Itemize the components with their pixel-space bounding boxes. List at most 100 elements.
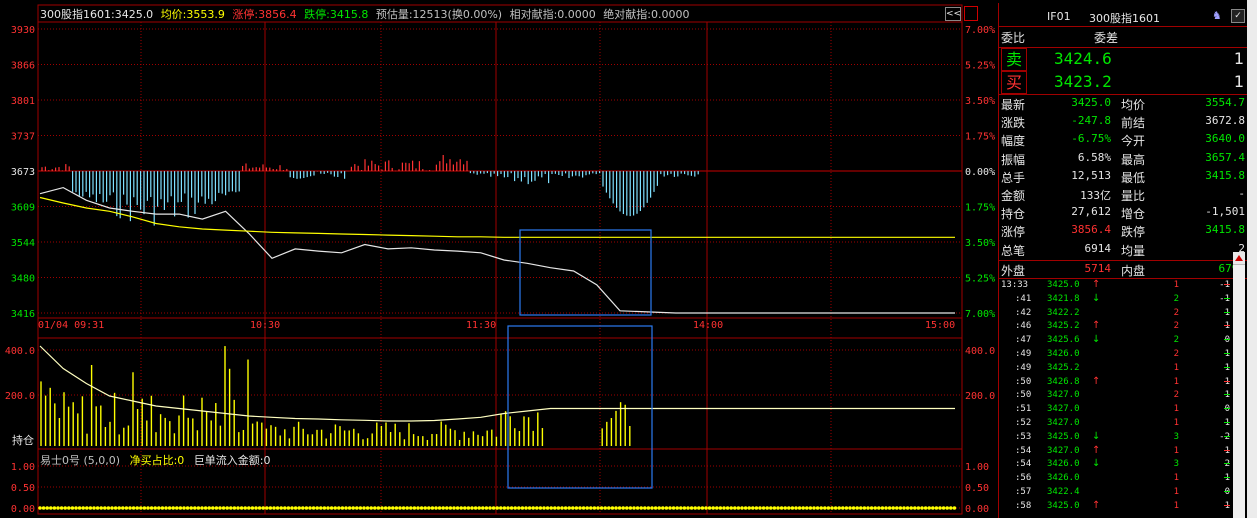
field-value: 6.58% bbox=[1077, 150, 1111, 164]
indicator-dot bbox=[308, 506, 312, 510]
indicator-dot bbox=[139, 506, 143, 510]
indicator-dot bbox=[214, 506, 219, 510]
volume-axis-label: 400.0 bbox=[5, 346, 35, 357]
indicator-dot bbox=[329, 506, 334, 510]
indicator-dot bbox=[225, 506, 229, 510]
tick-time: :41 bbox=[1015, 293, 1032, 304]
tick-time: :52 bbox=[1015, 418, 1032, 428]
volume-axis-label-right: 400.0 bbox=[965, 346, 995, 357]
tick-price: 3426.8 bbox=[1047, 376, 1080, 387]
field-label: 幅度 bbox=[1001, 134, 1026, 149]
quote-settings-icon[interactable]: ♞ bbox=[1212, 9, 1226, 22]
tick-volume: 3 bbox=[1173, 459, 1179, 470]
price-axis-label: 3737 bbox=[11, 132, 35, 143]
avg-value: 3553.9 bbox=[186, 8, 225, 21]
indicator-dot bbox=[772, 506, 777, 510]
indicator-dot bbox=[470, 506, 474, 510]
indicator-dot bbox=[499, 506, 503, 510]
indicator-dot bbox=[751, 506, 755, 510]
indicator-dot bbox=[70, 506, 75, 510]
indicator-dot bbox=[279, 506, 284, 510]
tick-volume: 1 bbox=[1173, 487, 1179, 497]
price-axis-label: 3866 bbox=[11, 61, 35, 72]
indicator-dot bbox=[491, 506, 496, 510]
tick-delta: 0 bbox=[1224, 335, 1230, 346]
divider bbox=[999, 278, 1247, 279]
tick-volume: 2 bbox=[1173, 321, 1179, 332]
indicator-dot bbox=[232, 506, 237, 510]
indicator-dot bbox=[614, 506, 618, 510]
field-label: 总手 bbox=[1001, 170, 1026, 185]
quote-toggle-icon[interactable]: ✓ bbox=[1231, 9, 1245, 23]
tick-volume: 2 bbox=[1173, 335, 1179, 346]
indicator-dot bbox=[758, 506, 762, 510]
indicator-dot bbox=[243, 506, 247, 510]
indicator-dot bbox=[171, 506, 175, 510]
estimated-volume: 预估量:12513(换0.00%) bbox=[375, 8, 503, 21]
indicator-dot bbox=[625, 506, 629, 510]
indicator-dot bbox=[333, 506, 338, 510]
tick-list-scrollbar[interactable] bbox=[1233, 252, 1245, 518]
indicator-dot bbox=[740, 506, 744, 510]
field-value: 6914 bbox=[1084, 241, 1112, 255]
indicator-dot bbox=[596, 506, 600, 510]
tick-price: 3427.0 bbox=[1047, 390, 1080, 401]
indicator-dot bbox=[909, 506, 913, 510]
volume-axis-label-right: 200.0 bbox=[965, 391, 995, 402]
indicator-dot bbox=[700, 506, 705, 510]
sell-label: 卖 bbox=[1001, 48, 1027, 71]
indicator-dot bbox=[52, 506, 57, 510]
chart-window-icon[interactable] bbox=[964, 6, 978, 21]
average-price-line bbox=[39, 196, 955, 238]
scroll-up-arrow-icon[interactable] bbox=[1233, 252, 1245, 265]
indicator-dot bbox=[113, 506, 118, 510]
tick-volume: 1 bbox=[1173, 362, 1179, 373]
tick-price: 3422.4 bbox=[1047, 487, 1080, 497]
collapse-button[interactable]: << bbox=[945, 7, 961, 21]
tick-volume: 2 bbox=[1173, 349, 1179, 359]
indicator-dot bbox=[646, 506, 651, 510]
selection-box-price bbox=[519, 229, 652, 316]
tick-time: :49 bbox=[1015, 362, 1032, 373]
limit-down-label: 跌停: bbox=[304, 8, 330, 21]
indicator-dot bbox=[362, 506, 366, 510]
tick-price: 3422.2 bbox=[1047, 307, 1080, 318]
pct-axis-label: 5.25% bbox=[965, 61, 995, 72]
indicator-dot bbox=[715, 506, 719, 510]
indicator-dot bbox=[578, 506, 582, 510]
indicator-dot bbox=[286, 506, 291, 510]
field-label: 前结 bbox=[1121, 116, 1146, 131]
indicator-dot bbox=[653, 506, 658, 510]
field-label: 金额 bbox=[1001, 189, 1026, 203]
field-label: 量比 bbox=[1121, 189, 1146, 203]
tick-delta: -2 bbox=[1219, 431, 1230, 442]
field-label: 今开 bbox=[1121, 134, 1146, 149]
tick-volume: 1 bbox=[1173, 500, 1179, 511]
tick-time: :50 bbox=[1015, 390, 1032, 401]
field-label: 跌停 bbox=[1121, 225, 1146, 240]
indicator-dot bbox=[628, 506, 633, 510]
indicator-dot bbox=[866, 506, 870, 510]
indicator-dot bbox=[610, 506, 615, 510]
tick-marker bbox=[1224, 339, 1230, 341]
price-axis-label: 3480 bbox=[11, 274, 35, 285]
indicator-dot bbox=[891, 506, 895, 510]
tick-volume: 3 bbox=[1173, 431, 1179, 442]
indicator-dot bbox=[239, 506, 244, 510]
indicator-dot bbox=[484, 506, 489, 510]
indicator-dot bbox=[632, 506, 636, 510]
indicator-dot bbox=[851, 506, 856, 510]
indicator-dot bbox=[920, 506, 924, 510]
indicator-dot bbox=[121, 506, 125, 510]
tick-marker bbox=[1224, 380, 1230, 382]
indicator-dot bbox=[592, 506, 597, 510]
outer-label: 外盘 bbox=[1001, 264, 1026, 278]
indicator-dot bbox=[815, 506, 820, 510]
indicator-dot bbox=[59, 506, 64, 510]
indicator-dot bbox=[211, 506, 215, 510]
tick-price: 3425.6 bbox=[1047, 335, 1080, 346]
limit-up-value: 3856.4 bbox=[258, 8, 297, 21]
indicator-dot bbox=[524, 506, 528, 510]
indicator-dot bbox=[85, 506, 89, 510]
intraday-chart[interactable]: 3930 7.00% 3866 5.25% 3801 3.50% 3737 1.75% 3673… bbox=[0, 0, 998, 518]
